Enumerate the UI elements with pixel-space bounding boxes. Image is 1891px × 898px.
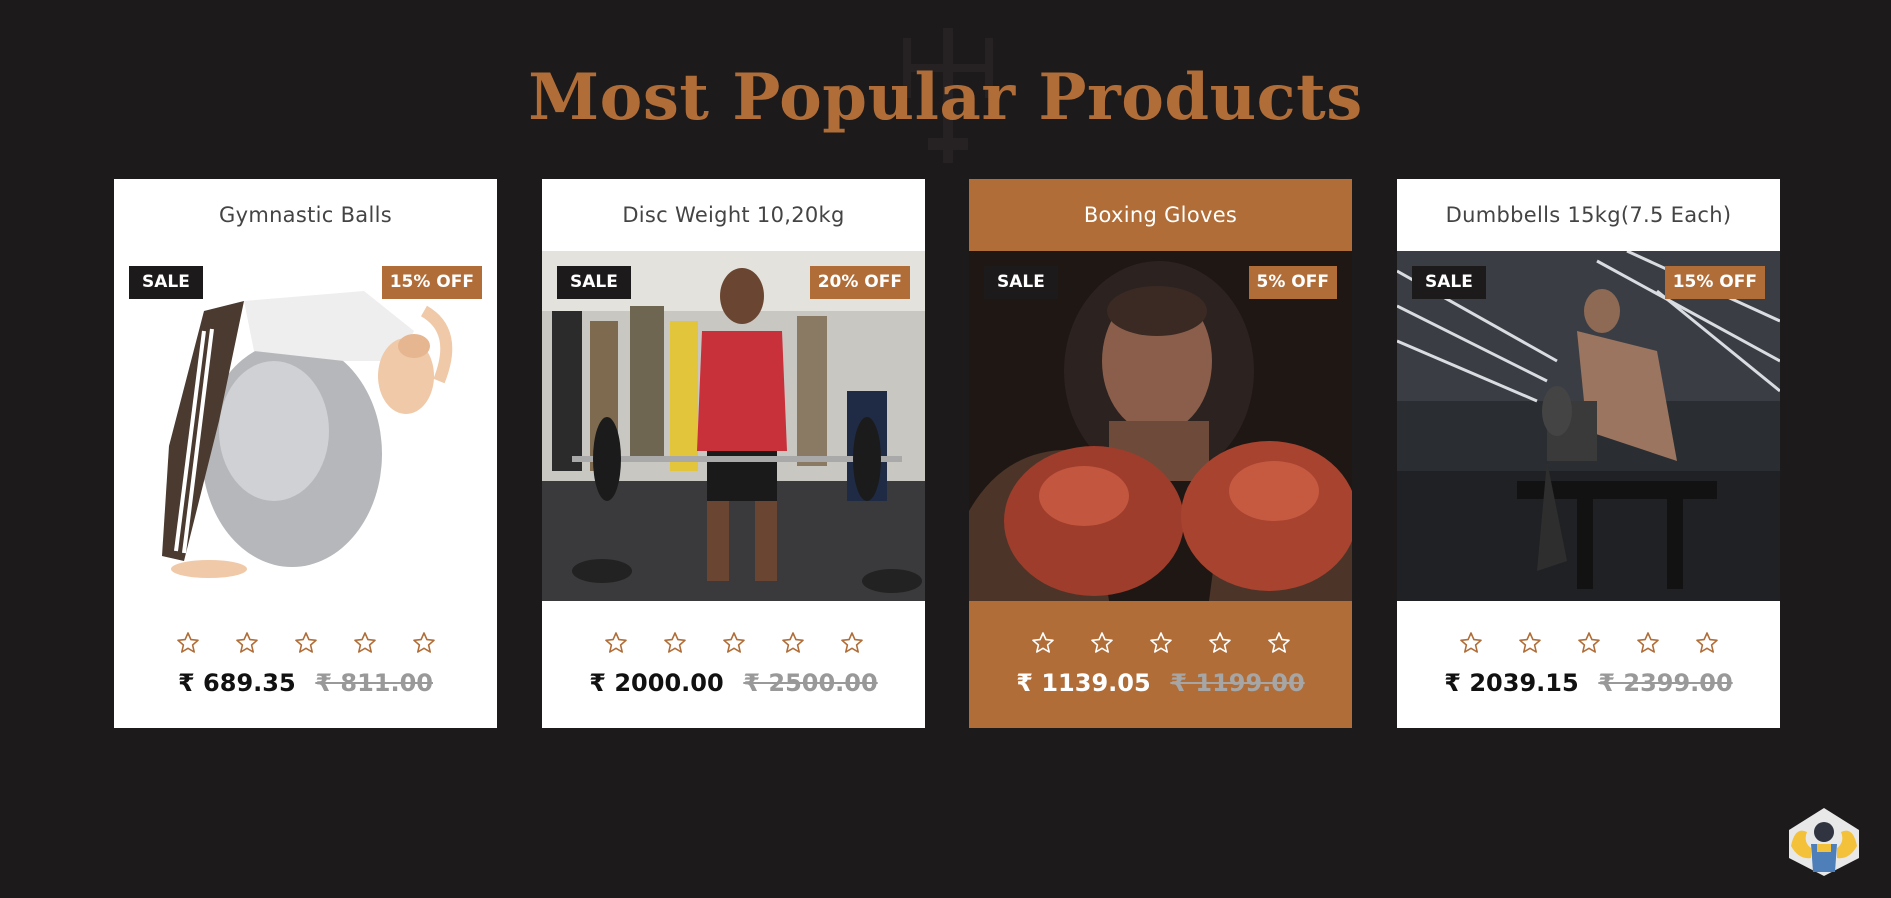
price-row: ₹ 689.35 ₹ 811.00 — [114, 669, 497, 697]
product-card-boxing-gloves[interactable]: Boxing Gloves SALE 5% OFF ₹ 1139.05 ₹ 11… — [969, 179, 1352, 728]
star-outline-icon[interactable] — [1031, 631, 1055, 655]
section-title: Most Popular Products — [528, 60, 1363, 135]
star-rating[interactable] — [1397, 631, 1780, 659]
product-card-dumbbells[interactable]: Dumbbells 15kg(7.5 Each) SALE 15% OFF ₹ … — [1397, 179, 1780, 728]
original-price: ₹ 2500.00 — [743, 669, 878, 697]
gymnastic-ball-photo — [114, 251, 497, 601]
product-name[interactable]: Dumbbells 15kg(7.5 Each) — [1397, 179, 1780, 251]
star-outline-icon[interactable] — [1636, 631, 1660, 655]
star-outline-icon[interactable] — [1149, 631, 1173, 655]
price-row: ₹ 2000.00 ₹ 2500.00 — [542, 669, 925, 697]
dumbbell-row-gym-photo — [1397, 251, 1780, 601]
product-name[interactable]: Boxing Gloves — [969, 179, 1352, 251]
star-rating[interactable] — [114, 631, 497, 659]
product-image[interactable]: SALE 20% OFF — [542, 251, 925, 601]
star-outline-icon[interactable] — [294, 631, 318, 655]
star-outline-icon[interactable] — [722, 631, 746, 655]
star-outline-icon[interactable] — [1518, 631, 1542, 655]
star-outline-icon[interactable] — [840, 631, 864, 655]
product-image[interactable]: SALE 15% OFF — [1397, 251, 1780, 601]
star-outline-icon[interactable] — [412, 631, 436, 655]
star-outline-icon[interactable] — [1208, 631, 1232, 655]
current-price: ₹ 2039.15 — [1444, 669, 1579, 697]
price-row: ₹ 1139.05 ₹ 1199.00 — [969, 669, 1352, 697]
original-price: ₹ 811.00 — [315, 669, 433, 697]
strongman-mascot-icon[interactable] — [1785, 806, 1863, 878]
star-outline-icon[interactable] — [1267, 631, 1291, 655]
sale-badge: SALE — [557, 266, 631, 299]
star-outline-icon[interactable] — [1577, 631, 1601, 655]
star-outline-icon[interactable] — [1459, 631, 1483, 655]
discount-badge: 20% OFF — [809, 266, 910, 299]
star-outline-icon[interactable] — [604, 631, 628, 655]
star-outline-icon[interactable] — [663, 631, 687, 655]
star-rating[interactable] — [542, 631, 925, 659]
boxer-gloves-photo — [969, 251, 1352, 601]
product-name[interactable]: Gymnastic Balls — [114, 179, 497, 251]
star-rating[interactable] — [969, 631, 1352, 659]
sale-badge: SALE — [129, 266, 203, 299]
star-outline-icon[interactable] — [235, 631, 259, 655]
current-price: ₹ 689.35 — [178, 669, 296, 697]
current-price: ₹ 2000.00 — [589, 669, 724, 697]
star-outline-icon[interactable] — [1090, 631, 1114, 655]
product-card-disc-weight[interactable]: Disc Weight 10,20kg SALE 20% OFF ₹ 2000.… — [542, 179, 925, 728]
price-row: ₹ 2039.15 ₹ 2399.00 — [1397, 669, 1780, 697]
product-image[interactable]: SALE 5% OFF — [969, 251, 1352, 601]
sale-badge: SALE — [1412, 266, 1486, 299]
star-outline-icon[interactable] — [176, 631, 200, 655]
discount-badge: 15% OFF — [1664, 266, 1765, 299]
deadlift-gym-photo — [542, 251, 925, 601]
star-outline-icon[interactable] — [353, 631, 377, 655]
product-card-gymnastic-balls[interactable]: Gymnastic Balls SALE 15% OFF ₹ 689.35 ₹ … — [114, 179, 497, 728]
original-price: ₹ 2399.00 — [1598, 669, 1733, 697]
star-outline-icon[interactable] — [1695, 631, 1719, 655]
discount-badge: 5% OFF — [1248, 266, 1337, 299]
original-price: ₹ 1199.00 — [1170, 669, 1305, 697]
star-outline-icon[interactable] — [781, 631, 805, 655]
discount-badge: 15% OFF — [381, 266, 482, 299]
popular-products-section: Most Popular Products Gymnastic Balls SA… — [0, 0, 1891, 898]
product-image[interactable]: SALE 15% OFF — [114, 251, 497, 601]
sale-badge: SALE — [984, 266, 1058, 299]
product-name[interactable]: Disc Weight 10,20kg — [542, 179, 925, 251]
current-price: ₹ 1139.05 — [1016, 669, 1151, 697]
